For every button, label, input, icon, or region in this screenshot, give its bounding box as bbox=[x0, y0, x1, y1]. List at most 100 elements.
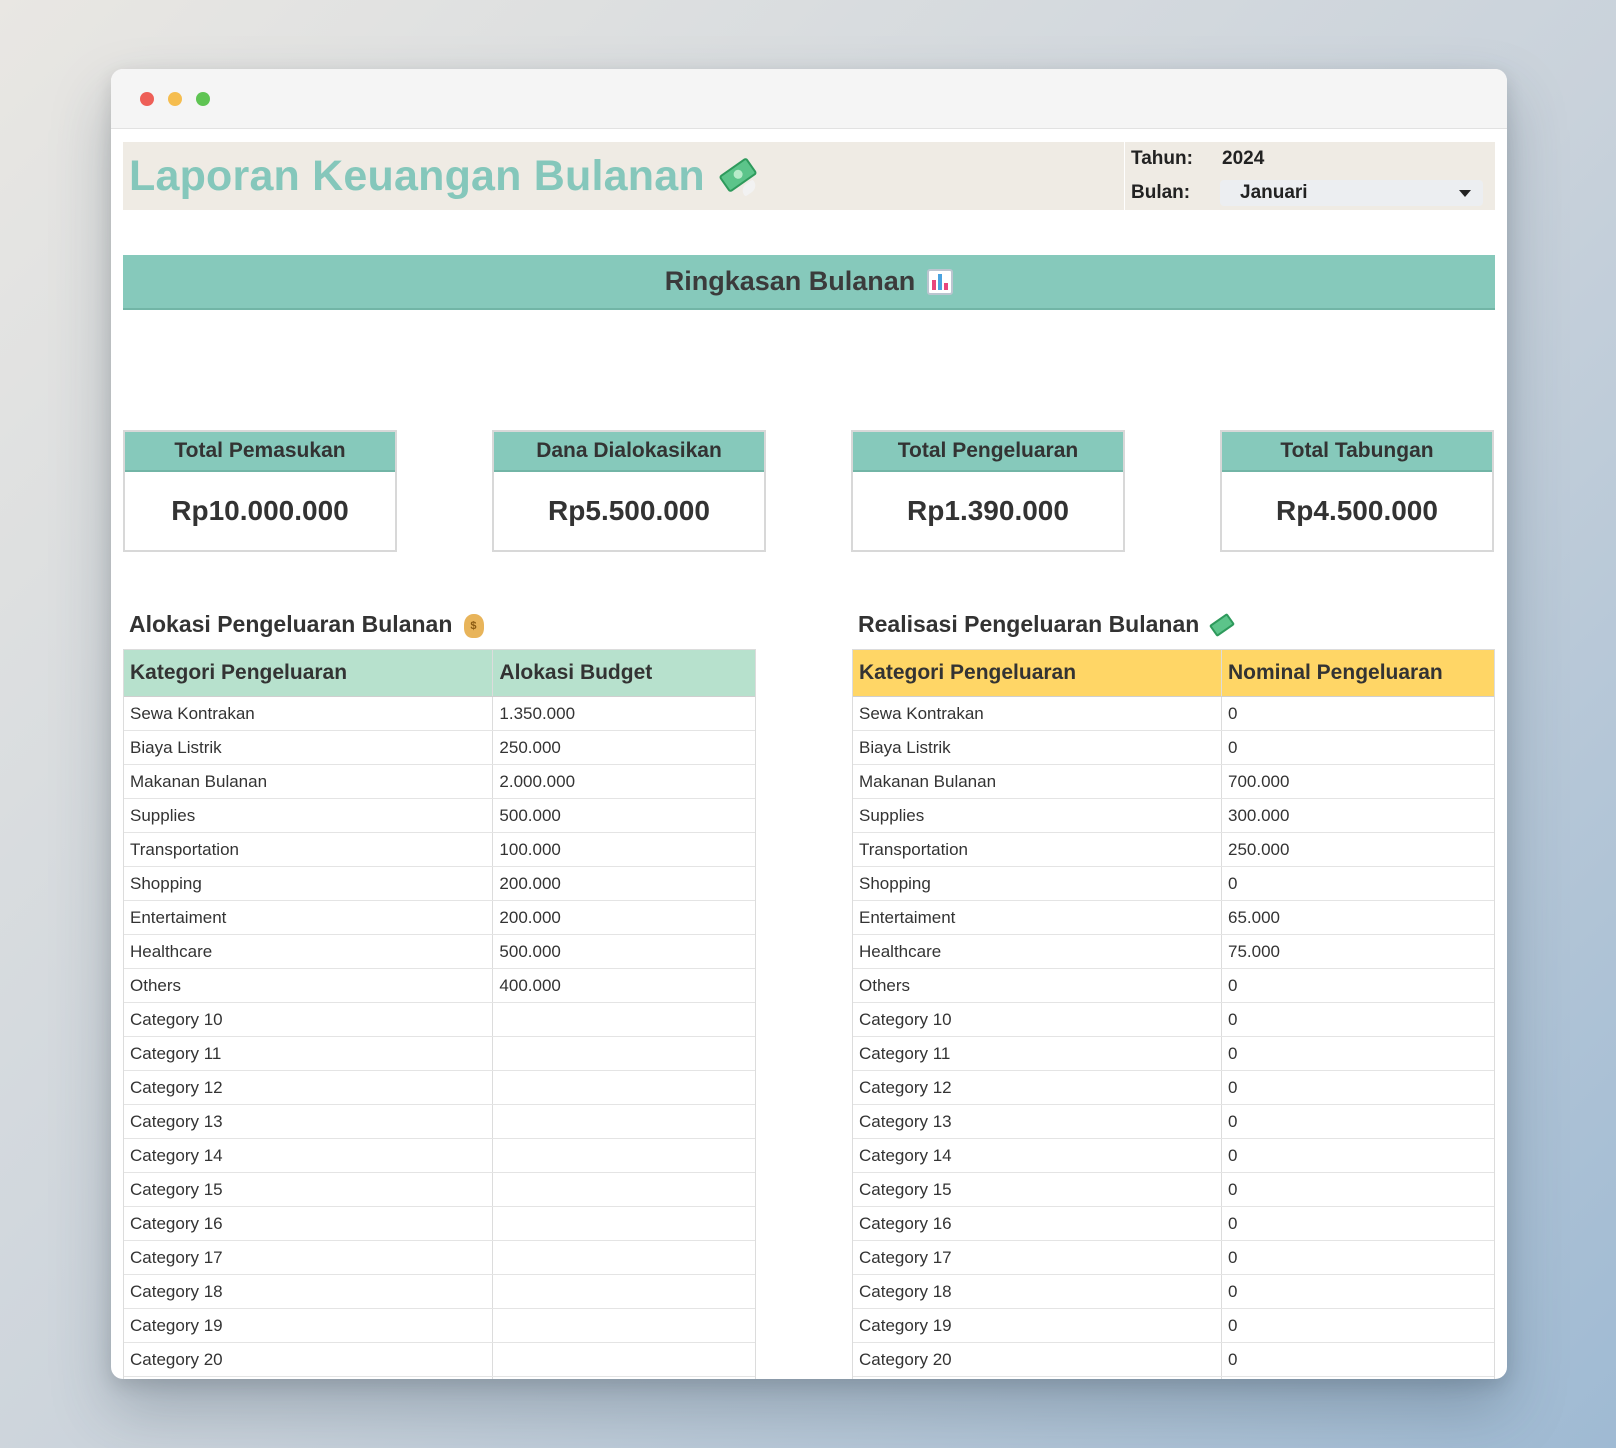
category-cell[interactable]: Category 20 bbox=[853, 1343, 1221, 1376]
category-cell[interactable]: Others bbox=[124, 969, 492, 1002]
amount-cell[interactable]: 400.000 bbox=[492, 969, 755, 1002]
maximize-window-button[interactable] bbox=[196, 91, 210, 106]
category-cell[interactable]: Category 10 bbox=[853, 1003, 1221, 1036]
amount-cell[interactable]: 0 bbox=[1221, 1071, 1494, 1104]
table-row: Category 13 bbox=[124, 1105, 755, 1139]
category-cell[interactable]: Category 19 bbox=[124, 1309, 492, 1342]
category-cell[interactable]: Biaya Listrik bbox=[124, 731, 492, 764]
category-cell[interactable]: Category 16 bbox=[124, 1207, 492, 1240]
amount-cell[interactable]: 0 bbox=[1221, 697, 1494, 730]
category-cell[interactable]: Category 18 bbox=[853, 1275, 1221, 1308]
amount-cell[interactable] bbox=[492, 1173, 755, 1206]
category-cell[interactable]: Makanan Bulanan bbox=[124, 765, 492, 798]
category-cell[interactable]: Category 11 bbox=[853, 1037, 1221, 1070]
amount-cell[interactable]: 300.000 bbox=[1221, 799, 1494, 832]
category-cell[interactable]: Category 10 bbox=[124, 1003, 492, 1036]
amount-cell[interactable] bbox=[492, 1139, 755, 1172]
table-row: Supplies 300.000 bbox=[853, 799, 1494, 833]
amount-cell[interactable] bbox=[492, 1241, 755, 1274]
column-header-category[interactable]: Kategori Pengeluaran bbox=[853, 650, 1221, 696]
amount-cell[interactable]: 0 bbox=[1221, 1241, 1494, 1274]
amount-cell[interactable]: 500.000 bbox=[492, 799, 755, 832]
category-cell[interactable]: Transportation bbox=[853, 833, 1221, 866]
amount-cell[interactable]: 0 bbox=[1221, 969, 1494, 1002]
category-cell[interactable]: Category 13 bbox=[853, 1105, 1221, 1138]
amount-cell[interactable] bbox=[492, 1071, 755, 1104]
amount-cell[interactable] bbox=[492, 1207, 755, 1240]
category-cell[interactable]: Healthcare bbox=[124, 935, 492, 968]
amount-cell[interactable] bbox=[492, 1275, 755, 1308]
amount-cell[interactable]: 0 bbox=[1221, 867, 1494, 900]
amount-cell[interactable]: 0 bbox=[1221, 1037, 1494, 1070]
category-cell[interactable]: Transportation bbox=[124, 833, 492, 866]
category-cell[interactable]: Category 13 bbox=[124, 1105, 492, 1138]
amount-cell[interactable]: 250.000 bbox=[492, 731, 755, 764]
amount-cell[interactable]: 200.000 bbox=[492, 867, 755, 900]
amount-cell[interactable] bbox=[1221, 1377, 1494, 1379]
category-cell[interactable]: Shopping bbox=[124, 867, 492, 900]
category-cell[interactable]: Supplies bbox=[124, 799, 492, 832]
category-cell[interactable]: Category 12 bbox=[124, 1071, 492, 1104]
amount-cell[interactable]: 0 bbox=[1221, 731, 1494, 764]
amount-cell[interactable] bbox=[492, 1343, 755, 1376]
minimize-window-button[interactable] bbox=[168, 91, 182, 106]
category-cell[interactable]: Category 16 bbox=[853, 1207, 1221, 1240]
amount-cell[interactable]: 75.000 bbox=[1221, 935, 1494, 968]
amount-cell[interactable]: 1.350.000 bbox=[492, 697, 755, 730]
chevron-down-icon[interactable] bbox=[1459, 189, 1471, 197]
table-row: Category 17 0 bbox=[853, 1241, 1494, 1275]
category-cell[interactable]: Sewa Kontrakan bbox=[124, 697, 492, 730]
amount-cell[interactable]: 500.000 bbox=[492, 935, 755, 968]
amount-cell[interactable]: 0 bbox=[1221, 1275, 1494, 1308]
category-cell[interactable]: Supplies bbox=[853, 799, 1221, 832]
amount-cell[interactable]: 65.000 bbox=[1221, 901, 1494, 934]
month-dropdown[interactable]: Januari bbox=[1220, 180, 1483, 206]
amount-cell[interactable] bbox=[492, 1309, 755, 1342]
category-cell[interactable]: Category 17 bbox=[124, 1241, 492, 1274]
amount-cell[interactable]: 2.000.000 bbox=[492, 765, 755, 798]
amount-cell[interactable]: 0 bbox=[1221, 1343, 1494, 1376]
year-label: Tahun: bbox=[1131, 148, 1193, 169]
category-cell[interactable]: Category 14 bbox=[124, 1139, 492, 1172]
amount-cell[interactable] bbox=[492, 1037, 755, 1070]
category-cell[interactable]: Entertaiment bbox=[124, 901, 492, 934]
amount-cell[interactable] bbox=[492, 1003, 755, 1036]
category-cell[interactable]: Makanan Bulanan bbox=[853, 765, 1221, 798]
amount-cell[interactable]: 0 bbox=[1221, 1309, 1494, 1342]
table-row: Transportation 100.000 bbox=[124, 833, 755, 867]
category-cell[interactable]: Shopping bbox=[853, 867, 1221, 900]
amount-cell[interactable]: 200.000 bbox=[492, 901, 755, 934]
category-cell[interactable] bbox=[124, 1377, 492, 1379]
amount-cell[interactable] bbox=[492, 1377, 755, 1379]
category-cell[interactable]: Category 18 bbox=[124, 1275, 492, 1308]
category-cell[interactable]: Healthcare bbox=[853, 935, 1221, 968]
month-label: Bulan: bbox=[1131, 182, 1191, 203]
category-cell[interactable]: Category 11 bbox=[124, 1037, 492, 1070]
amount-cell[interactable] bbox=[492, 1105, 755, 1138]
amount-cell[interactable]: 0 bbox=[1221, 1173, 1494, 1206]
amount-cell[interactable]: 0 bbox=[1221, 1207, 1494, 1240]
amount-cell[interactable]: 250.000 bbox=[1221, 833, 1494, 866]
category-cell[interactable]: Category 19 bbox=[853, 1309, 1221, 1342]
amount-cell[interactable]: 700.000 bbox=[1221, 765, 1494, 798]
category-cell[interactable]: Category 15 bbox=[124, 1173, 492, 1206]
category-cell[interactable]: Sewa Kontrakan bbox=[853, 697, 1221, 730]
amount-cell[interactable]: 0 bbox=[1221, 1139, 1494, 1172]
category-cell[interactable] bbox=[853, 1377, 1221, 1379]
close-window-button[interactable] bbox=[140, 91, 154, 106]
category-cell[interactable]: Category 15 bbox=[853, 1173, 1221, 1206]
category-cell[interactable]: Category 14 bbox=[853, 1139, 1221, 1172]
column-header-budget[interactable]: Alokasi Budget bbox=[492, 650, 755, 696]
amount-cell[interactable]: 100.000 bbox=[492, 833, 755, 866]
category-cell[interactable]: Entertaiment bbox=[853, 901, 1221, 934]
category-cell[interactable]: Category 17 bbox=[853, 1241, 1221, 1274]
column-header-amount[interactable]: Nominal Pengeluaran bbox=[1221, 650, 1494, 696]
category-cell[interactable]: Biaya Listrik bbox=[853, 731, 1221, 764]
category-cell[interactable]: Category 12 bbox=[853, 1071, 1221, 1104]
amount-cell[interactable]: 0 bbox=[1221, 1105, 1494, 1138]
category-cell[interactable]: Category 20 bbox=[124, 1343, 492, 1376]
year-value-cell[interactable]: 2024 bbox=[1220, 142, 1495, 176]
category-cell[interactable]: Others bbox=[853, 969, 1221, 1002]
amount-cell[interactable]: 0 bbox=[1221, 1003, 1494, 1036]
column-header-category[interactable]: Kategori Pengeluaran bbox=[124, 650, 492, 696]
